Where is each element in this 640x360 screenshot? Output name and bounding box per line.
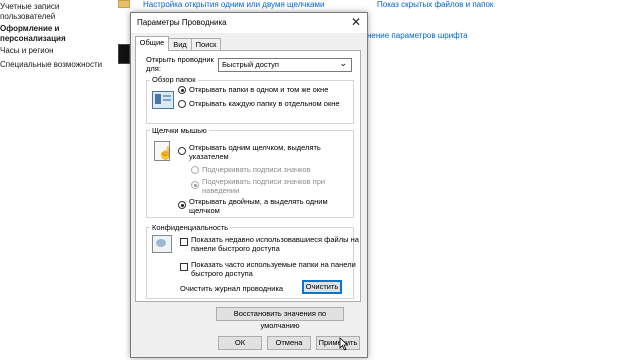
close-icon[interactable]: ✕ bbox=[351, 15, 361, 29]
mouse-pointer-illustration-icon: ☝ bbox=[154, 141, 173, 161]
checkbox-frequent-folders[interactable] bbox=[180, 263, 188, 271]
browse-folders-illustration-icon bbox=[152, 91, 174, 109]
mouse-cursor-icon bbox=[339, 337, 349, 351]
apply-button[interactable]: Применить bbox=[316, 336, 360, 350]
tab-page-general: Открыть проводник для: Быстрый доступ ⌄ … bbox=[135, 50, 361, 302]
nvidia-icon bbox=[118, 44, 130, 64]
checkbox-recent-files[interactable] bbox=[180, 238, 188, 246]
ok-button[interactable]: ОК bbox=[218, 336, 262, 350]
privacy-illustration-icon bbox=[152, 235, 172, 253]
radio-underline-hover-line1: Подчеркивать подписи значков при bbox=[202, 177, 326, 186]
folder-options-dialog: Параметры Проводника ✕ Общие Вид Поиск О… bbox=[130, 12, 368, 358]
radio-double-click-line2: щелчком bbox=[189, 206, 220, 215]
tab-general[interactable]: Общие bbox=[135, 36, 169, 51]
checkbox-recent-files-label[interactable]: Показать недавно использовавшиеся файлы … bbox=[191, 235, 359, 253]
sidebar-appearance-line1: Оформление и bbox=[0, 24, 60, 33]
open-explorer-label-line1: Открыть проводник bbox=[146, 55, 214, 64]
radio-underline-always[interactable] bbox=[191, 166, 199, 174]
checkbox-frequent-folders-line2: быстрого доступа bbox=[191, 269, 253, 278]
sidebar-accessibility[interactable]: Специальные возможности bbox=[0, 60, 102, 70]
sidebar-clock-region[interactable]: Часы и регион bbox=[0, 46, 54, 56]
link-font-settings[interactable]: нение параметров шрифта bbox=[367, 31, 468, 40]
dialog-title: Параметры Проводника bbox=[137, 18, 227, 27]
radio-single-click-line2: указателем bbox=[189, 152, 229, 161]
radio-underline-hover[interactable] bbox=[191, 181, 199, 189]
radio-double-click[interactable] bbox=[178, 201, 186, 209]
sidebar-user-accounts[interactable]: Учетные записи пользователей bbox=[0, 2, 59, 22]
radio-same-window[interactable] bbox=[178, 86, 186, 94]
chevron-down-icon: ⌄ bbox=[339, 58, 347, 68]
mouse-clicks-title: Щелчки мышью bbox=[150, 126, 209, 135]
radio-single-click-label[interactable]: Открывать одним щелчком, выделять указат… bbox=[189, 143, 321, 161]
checkbox-recent-files-line2: панели быстрого доступа bbox=[191, 244, 280, 253]
cancel-button[interactable]: Отмена bbox=[267, 336, 311, 350]
checkbox-frequent-folders-line1: Показать часто используемые папки на пан… bbox=[191, 260, 356, 269]
clear-history-label: Очистить журнал проводника bbox=[180, 284, 284, 293]
radio-same-window-label[interactable]: Открывать папки в одном и том же окне bbox=[189, 85, 328, 94]
link-click-settings[interactable]: Настройка открытия одним или двумя щелчк… bbox=[143, 0, 324, 9]
radio-single-click-line1: Открывать одним щелчком, выделять bbox=[189, 143, 321, 152]
dialog-titlebar[interactable]: Параметры Проводника ✕ bbox=[131, 13, 367, 33]
clear-history-button[interactable]: Очистить bbox=[302, 280, 342, 294]
radio-new-window-label[interactable]: Открывать каждую папку в отдельном окне bbox=[189, 99, 340, 108]
radio-new-window[interactable] bbox=[178, 100, 186, 108]
open-explorer-label: Открыть проводник для: bbox=[146, 55, 214, 73]
radio-underline-hover-label[interactable]: Подчеркивать подписи значков при наведен… bbox=[202, 177, 325, 195]
sidebar-appearance[interactable]: Оформление и персонализация bbox=[0, 24, 66, 44]
radio-underline-always-label[interactable]: Подчеркивать подписи значков bbox=[202, 165, 311, 174]
open-explorer-value: Быстрый доступ bbox=[222, 60, 279, 69]
radio-single-click[interactable] bbox=[178, 147, 186, 155]
radio-underline-hover-line2: наведении bbox=[202, 186, 240, 195]
sidebar-user-accounts-line2: пользователей bbox=[0, 12, 56, 21]
checkbox-frequent-folders-label[interactable]: Показать часто используемые папки на пан… bbox=[191, 260, 356, 278]
open-explorer-select[interactable]: Быстрый доступ ⌄ bbox=[218, 58, 352, 72]
checkbox-recent-files-line1: Показать недавно использовавшиеся файлы … bbox=[191, 235, 359, 244]
radio-double-click-label[interactable]: Открывать двойным, а выделять одним щелч… bbox=[189, 197, 328, 215]
sidebar-user-accounts-line1: Учетные записи bbox=[0, 2, 60, 11]
browse-folders-title: Обзор папок bbox=[150, 75, 198, 84]
radio-double-click-line1: Открывать двойным, а выделять одним bbox=[189, 197, 328, 206]
folder-options-icon bbox=[118, 0, 130, 8]
restore-defaults-button[interactable]: Восстановить значения по умолчанию bbox=[216, 307, 344, 330]
sidebar-appearance-line2: персонализация bbox=[0, 34, 66, 43]
link-show-hidden-files[interactable]: Показ скрытых файлов и папок bbox=[377, 0, 493, 9]
open-explorer-label-line2: для: bbox=[146, 64, 161, 73]
privacy-title: Конфиденциальность bbox=[150, 223, 231, 232]
